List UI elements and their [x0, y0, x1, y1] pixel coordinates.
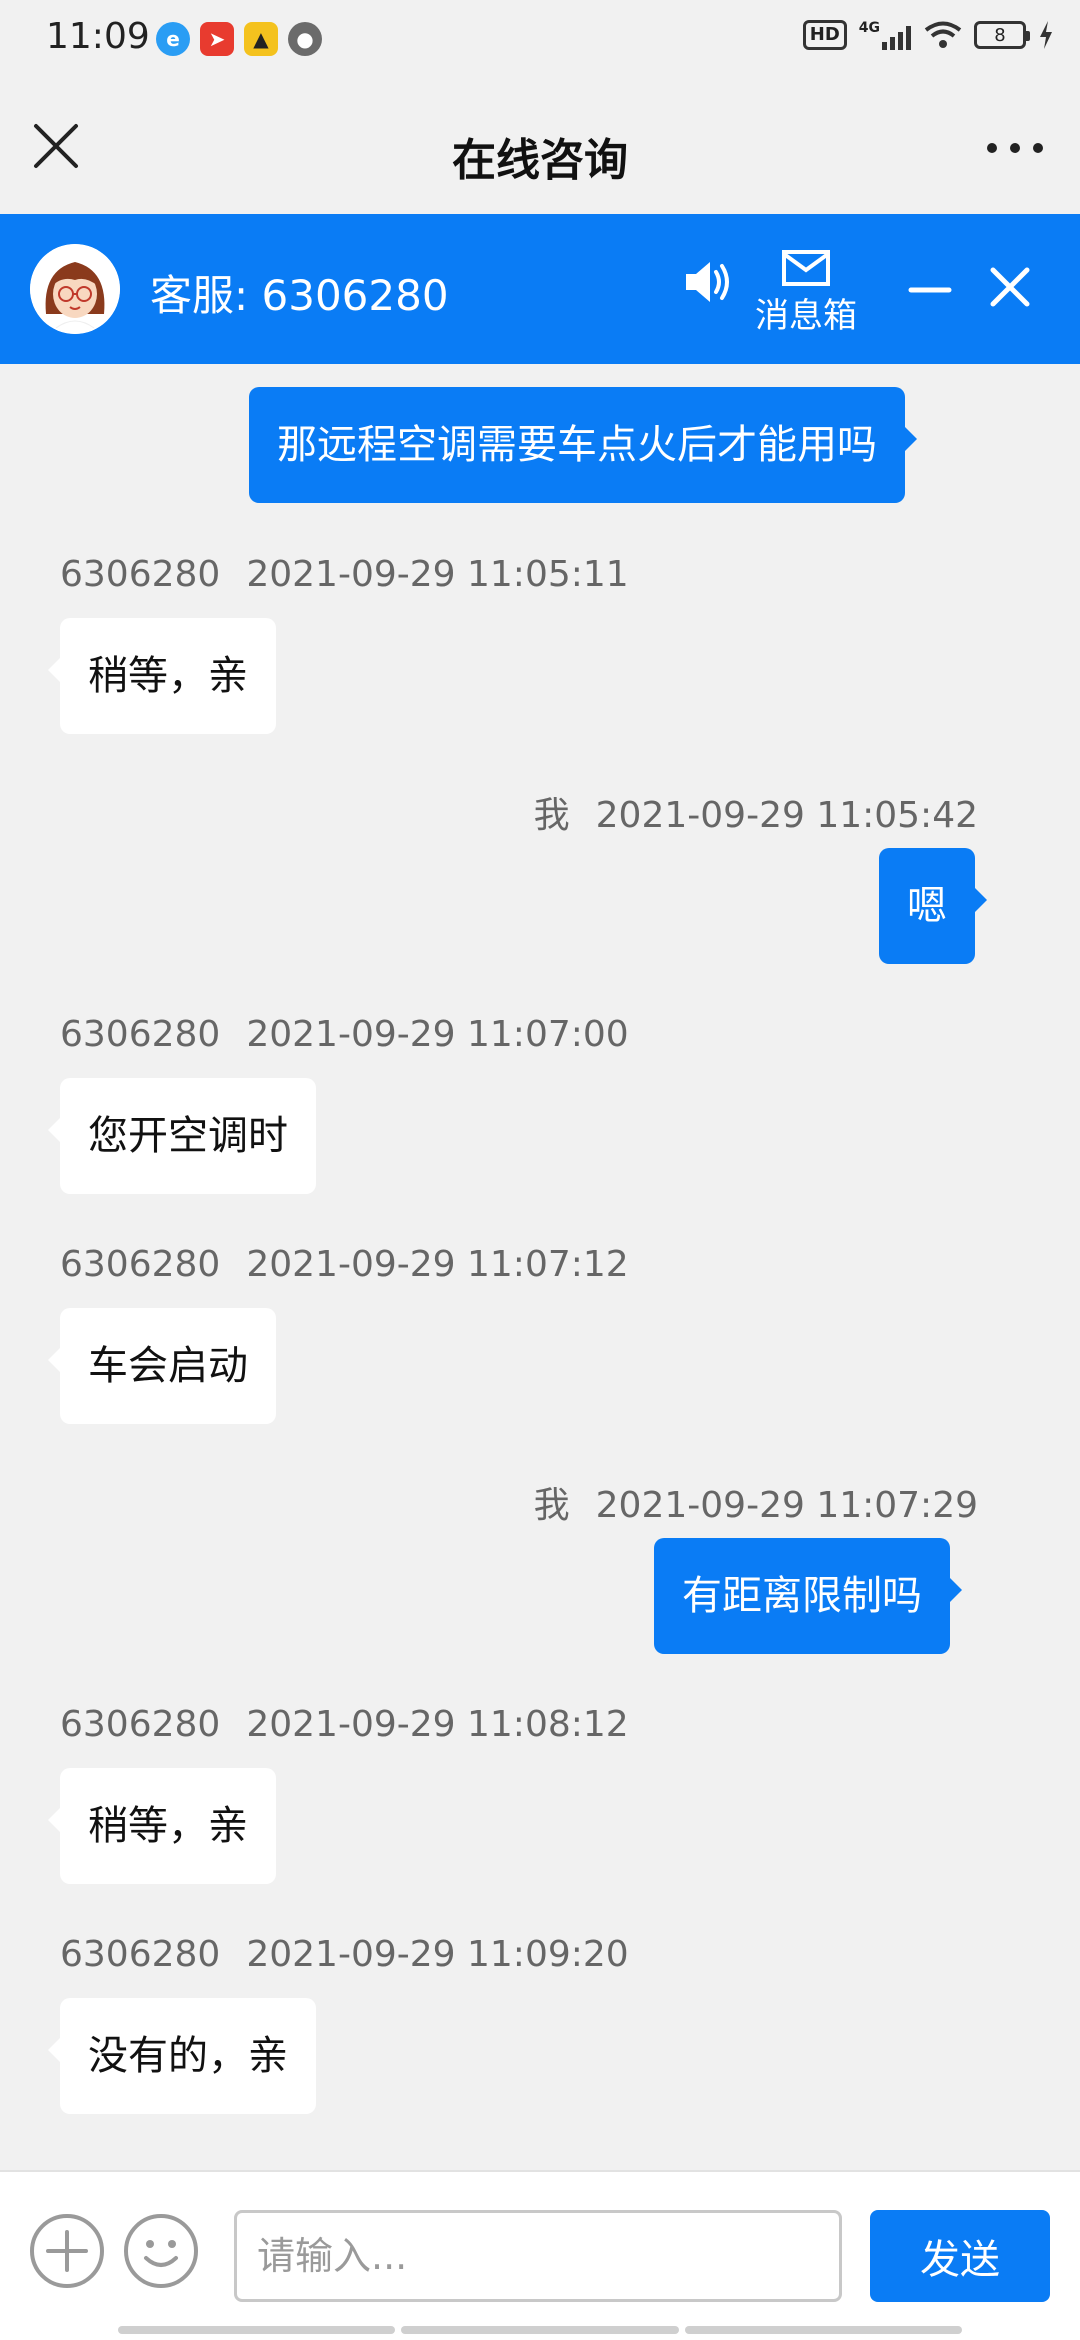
inbox-label: 消息箱	[755, 296, 857, 336]
charging-icon	[1040, 21, 1052, 49]
emoji-icon[interactable]	[122, 2212, 200, 2290]
message-bubble-incoming[interactable]: 没有的，亲	[48, 1998, 316, 2114]
message-bubble-incoming[interactable]: 稍等，亲	[48, 618, 276, 734]
message-sender: 我	[533, 795, 570, 836]
title-bar: 在线咨询	[0, 84, 1080, 214]
message-sender: 6306280	[60, 1014, 221, 1055]
message-bubble-outgoing[interactable]: 那远程空调需要车点火后才能用吗	[249, 387, 917, 503]
signal-icon: 4G	[859, 20, 912, 50]
message-bubble-outgoing[interactable]: 有距离限制吗	[654, 1538, 962, 1654]
agent-header: 客服: 6306280 消息箱	[0, 214, 1080, 364]
agent-avatar-icon	[30, 244, 120, 334]
add-attachment-icon[interactable]	[28, 2212, 106, 2290]
message-bubble-incoming[interactable]: 稍等，亲	[48, 1768, 276, 1884]
status-time: 11:09	[46, 16, 150, 57]
message-meta: 6306280 2021-09-29 11:09:20	[60, 1934, 629, 1975]
message-time: 2021-09-29 11:07:00	[246, 1014, 629, 1055]
maps-icon: ➤	[200, 22, 234, 56]
chat-message-list[interactable]: 那远程空调需要车点火后才能用吗 6306280 2021-09-29 11:05:…	[0, 364, 1080, 2170]
message-meta: 6306280 2021-09-29 11:08:12	[60, 1704, 629, 1745]
message-bubble-outgoing[interactable]: 嗯	[879, 848, 987, 964]
status-app-icons: e ➤ ▲ ●	[156, 22, 322, 56]
message-sender: 6306280	[60, 1244, 221, 1285]
message-time: 2021-09-29 11:08:12	[246, 1704, 629, 1745]
message-sender: 6306280	[60, 1704, 221, 1745]
message-meta: 我 2021-09-29 11:05:42	[534, 786, 978, 838]
input-bar: 发送	[0, 2170, 1080, 2340]
message-time: 2021-09-29 11:09:20	[246, 1934, 629, 1975]
close-chat-icon[interactable]	[985, 262, 1035, 312]
page-title: 在线咨询	[452, 135, 628, 186]
status-bar: 11:09 e ➤ ▲ ● HD 4G 8	[0, 0, 1080, 84]
browser-icon: e	[156, 22, 190, 56]
send-button[interactable]: 发送	[870, 2210, 1050, 2302]
message-bubble-incoming[interactable]: 您开空调时	[48, 1078, 316, 1194]
message-bubble-incoming[interactable]: 车会启动	[48, 1308, 276, 1424]
message-meta: 6306280 2021-09-29 11:07:00	[60, 1014, 629, 1055]
mail-icon	[782, 250, 830, 286]
message-time: 2021-09-29 11:07:29	[595, 1485, 978, 1526]
message-time: 2021-09-29 11:05:11	[246, 554, 629, 595]
message-sender: 我	[533, 1485, 570, 1526]
wechat-icon: ●	[288, 22, 322, 56]
message-time: 2021-09-29 11:05:42	[595, 795, 978, 836]
agent-name: 客服: 6306280	[150, 271, 449, 320]
inbox-button[interactable]: 消息箱	[746, 250, 866, 337]
message-sender: 6306280	[60, 1934, 221, 1975]
car-app-icon: ▲	[244, 22, 278, 56]
more-options-icon[interactable]	[980, 128, 1050, 168]
message-meta: 6306280 2021-09-29 11:05:11	[60, 554, 629, 595]
battery-icon: 8	[974, 21, 1030, 49]
wifi-icon	[924, 21, 962, 48]
message-meta: 6306280 2021-09-29 11:07:12	[60, 1244, 629, 1285]
navigation-bar	[118, 2326, 962, 2334]
message-time: 2021-09-29 11:07:12	[246, 1244, 629, 1285]
status-indicators: HD 4G 8	[802, 20, 1054, 50]
message-input[interactable]	[234, 2210, 842, 2302]
hd-icon: HD	[802, 20, 847, 50]
minimize-icon[interactable]	[905, 270, 955, 310]
message-sender: 6306280	[60, 554, 221, 595]
agent-avatar	[30, 244, 120, 334]
speaker-icon[interactable]	[680, 254, 736, 310]
message-meta: 我 2021-09-29 11:07:29	[534, 1476, 978, 1528]
